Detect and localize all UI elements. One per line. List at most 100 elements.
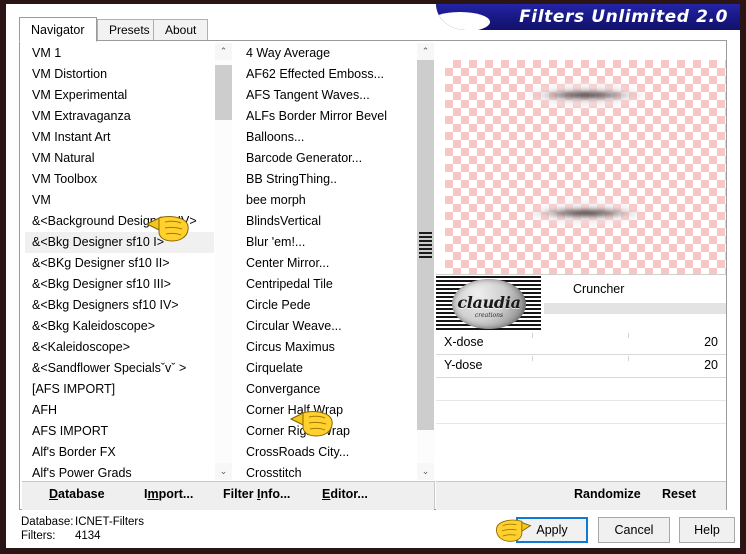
filter-list-item[interactable]: ALFs Border Mirror Bevel	[239, 106, 417, 127]
filter-list[interactable]: 4 Way Average AF62 Effected Emboss... AFS …	[239, 43, 417, 480]
preview-canvas[interactable]	[445, 60, 726, 274]
apply-button[interactable]: Apply	[516, 517, 588, 543]
import-button[interactable]: Import...	[144, 487, 193, 501]
param-label: X-dose	[444, 335, 484, 349]
scroll-down-icon[interactable]: ⌄	[215, 463, 232, 480]
category-scroll-track[interactable]	[215, 60, 232, 463]
window-client-area: Filters Unlimited 2.0 Navigator Presets …	[6, 4, 740, 548]
tab-about[interactable]: About	[153, 19, 209, 41]
category-list-item[interactable]: &<Sandflower Specialsˇvˇ >	[25, 358, 214, 379]
filters-unlimited-window: Filters Unlimited 2.0 Navigator Presets …	[0, 0, 746, 554]
filter-list-item[interactable]: Cirquelate	[239, 358, 417, 379]
param-value[interactable]: 20	[704, 335, 718, 349]
filter-list-item[interactable]: CrossRoads City...	[239, 442, 417, 463]
tab-navigator[interactable]: Navigator	[19, 17, 97, 42]
filter-list-item[interactable]: bee morph	[239, 190, 417, 211]
editor-button[interactable]: Editor...	[322, 487, 368, 501]
tab-strip: Navigator Presets About	[19, 17, 727, 42]
filter-list-item[interactable]: Corner Right Wrap	[239, 421, 417, 442]
filter-list-panel: 4 Way Average AF62 Effected Emboss... AFS …	[238, 43, 434, 480]
filter-list-item[interactable]: Barcode Generator...	[239, 148, 417, 169]
category-list-item[interactable]: &<Kaleidoscope>	[25, 337, 214, 358]
param-value[interactable]: 20	[704, 358, 718, 372]
category-list-item[interactable]: VM Extravaganza	[25, 106, 214, 127]
filter-info-button[interactable]: Filter Info...	[223, 487, 290, 501]
category-list-item[interactable]: [AFS IMPORT]	[25, 379, 214, 400]
preview-area[interactable]	[436, 43, 726, 274]
cancel-button[interactable]: Cancel	[598, 517, 670, 543]
category-list-item[interactable]: VM Instant Art	[25, 127, 214, 148]
category-scroll-thumb[interactable]	[215, 65, 232, 120]
param-row-empty	[436, 424, 726, 440]
filter-title-underline	[544, 303, 726, 314]
filter-list-item[interactable]: Circular Weave...	[239, 316, 417, 337]
selected-filter-title: Cruncher	[573, 282, 625, 296]
category-list-item[interactable]: VM 1	[25, 43, 214, 64]
status-database: Database: ICNET-Filters	[21, 516, 144, 528]
filter-list-item[interactable]: AFS Tangent Waves...	[239, 85, 417, 106]
filter-list-item[interactable]: Corner Half Wrap	[239, 400, 417, 421]
filter-list-item[interactable]: Blur 'em!...	[239, 232, 417, 253]
category-list-item[interactable]: &<Background Designers IV>	[25, 211, 214, 232]
category-list-item[interactable]: &<Bkg Designers sf10 IV>	[25, 295, 214, 316]
filter-scroll-track[interactable]	[417, 60, 434, 463]
status-database-value: ICNET-Filters	[75, 516, 144, 528]
category-list-item[interactable]: AFH	[25, 400, 214, 421]
filter-scroll-thumb[interactable]	[417, 60, 434, 430]
param-row-x-dose[interactable]: X-dose 20	[436, 332, 726, 355]
category-list-item[interactable]: &<Bkg Designer sf10 III>	[25, 274, 214, 295]
scroll-thumb-grip	[419, 232, 432, 258]
preview-band-bottom	[525, 194, 647, 232]
reset-button[interactable]: Reset	[662, 487, 696, 501]
category-list-item[interactable]: VM	[25, 190, 214, 211]
filter-list-item[interactable]: Center Mirror...	[239, 253, 417, 274]
filter-list-item[interactable]: Balloons...	[239, 127, 417, 148]
category-list-item[interactable]: Alf's Power Grads	[25, 463, 214, 480]
tab-presets[interactable]: Presets	[97, 19, 162, 41]
category-list-item[interactable]: AFS IMPORT	[25, 421, 214, 442]
category-list-item[interactable]: VM Experimental	[25, 85, 214, 106]
param-row-y-dose[interactable]: Y-dose 20	[436, 355, 726, 378]
filter-list-item[interactable]: Centripedal Tile	[239, 274, 417, 295]
param-label: Y-dose	[444, 358, 483, 372]
randomize-button[interactable]: Randomize	[574, 487, 641, 501]
filter-list-item[interactable]: Crosstitch	[239, 463, 417, 480]
param-row-empty	[436, 401, 726, 424]
logo-wordmark: claudia	[457, 293, 521, 312]
category-list-item[interactable]: Alf's Border FX	[25, 442, 214, 463]
filter-list-item[interactable]: AF62 Effected Emboss...	[239, 64, 417, 85]
status-filters: Filters: 4134	[21, 530, 101, 542]
filter-list-item[interactable]: 4 Way Average	[239, 43, 417, 64]
left-action-bar: Database Import... Filter Info... Editor…	[22, 481, 434, 510]
help-button[interactable]: Help	[679, 517, 735, 543]
filter-list-scrollbar[interactable]: ⌃ ⌄	[416, 43, 434, 480]
filter-list-item[interactable]: Circus Maximus	[239, 337, 417, 358]
param-row-empty	[436, 378, 726, 401]
category-list-item[interactable]: &<Bkg Kaleidoscope>	[25, 316, 214, 337]
category-list-item[interactable]: VM Distortion	[25, 64, 214, 85]
preview-band-top	[525, 76, 647, 114]
filter-list-item[interactable]: BB StringThing..	[239, 169, 417, 190]
category-list-panel: VM 1 VM Distortion VM Experimental VM Extra…	[22, 43, 234, 480]
status-database-label: Database:	[21, 516, 74, 528]
claudia-watermark-logo: claudia creations	[436, 276, 541, 332]
filter-list-item[interactable]: BlindsVertical	[239, 211, 417, 232]
category-list-item[interactable]: VM Natural	[25, 148, 214, 169]
preview-and-parameters-pane: claudia creations Cruncher X-dose 20 Y-d…	[436, 43, 726, 480]
category-list-item[interactable]: &<BKg Designer sf10 II>	[25, 253, 214, 274]
filter-list-item[interactable]: Circle Pede	[239, 295, 417, 316]
database-button[interactable]: Database	[49, 487, 105, 501]
category-list-item[interactable]: &<Bkg Designer sf10 I>	[25, 232, 214, 253]
scroll-up-icon[interactable]: ⌃	[215, 43, 232, 60]
category-list[interactable]: VM 1 VM Distortion VM Experimental VM Extra…	[25, 43, 214, 480]
status-and-dialog-bar: Database: ICNET-Filters Filters: 4134 Appl…	[6, 512, 740, 548]
navigator-tab-page: VM 1 VM Distortion VM Experimental VM Extra…	[19, 40, 727, 510]
category-list-item[interactable]: VM Toolbox	[25, 169, 214, 190]
category-list-scrollbar[interactable]: ⌃ ⌄	[214, 43, 232, 480]
filter-list-item[interactable]: Convergance	[239, 379, 417, 400]
scroll-up-icon[interactable]: ⌃	[417, 43, 434, 60]
action-bar-separator	[434, 481, 435, 509]
status-filters-value: 4134	[75, 530, 101, 542]
logo-subtext: creations	[474, 312, 504, 319]
scroll-down-icon[interactable]: ⌄	[417, 463, 434, 480]
